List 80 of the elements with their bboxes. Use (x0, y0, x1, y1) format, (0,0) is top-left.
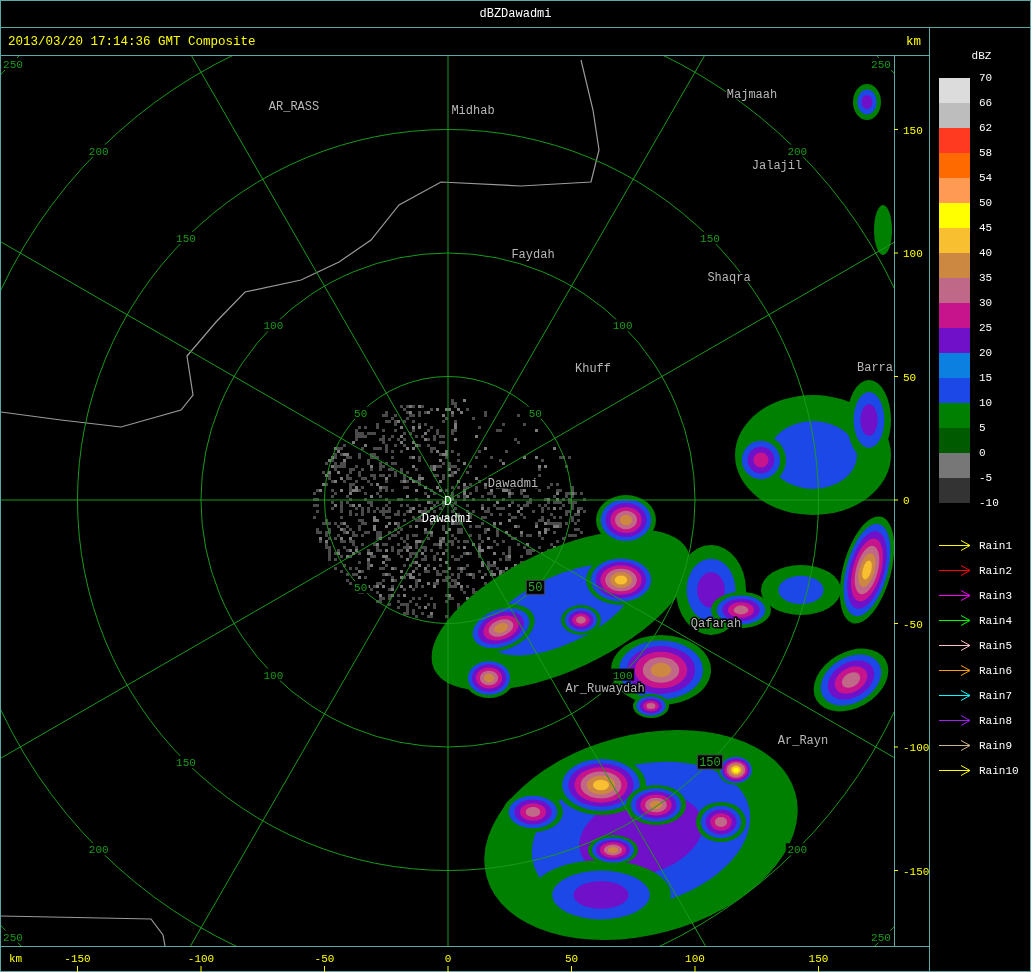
rain-echo (874, 205, 892, 255)
legend-label: Rain3 (979, 589, 1012, 602)
range-label: 200 (785, 144, 809, 158)
place-label: Barra (857, 361, 893, 375)
scale-label: 20 (979, 346, 994, 361)
window-title: dBZDawadmi (1, 1, 1030, 28)
scale-label: 66 (979, 96, 994, 111)
scale-label: 25 (979, 321, 994, 336)
place-label: Dawadmi (487, 477, 539, 491)
place-label: Qafarah (690, 617, 742, 631)
range-label: 200 (87, 144, 111, 158)
place-label: Shaqra (707, 271, 751, 285)
legend-label: Rain2 (979, 564, 1012, 577)
place-label: Khuff (575, 362, 611, 376)
place-label: Jalajil (751, 159, 803, 173)
axis-tick-label: -50 (314, 953, 335, 965)
range-label: 100 (261, 668, 285, 682)
radar-site-label: Dawadmi (421, 512, 473, 526)
scale-label: 5 (979, 421, 987, 436)
scale-label: 15 (979, 371, 994, 386)
unit-label: km (906, 34, 921, 49)
axis-tick-label: -150 (64, 953, 91, 965)
axis-tick-label: 50 (564, 953, 579, 965)
axis-tick-label: 0 (444, 953, 452, 965)
place-label: Faydah (511, 248, 555, 262)
axis-tick-label: -100 (903, 742, 929, 754)
legend-label: Rain7 (979, 689, 1012, 702)
scale-label: 45 (979, 221, 994, 236)
radar-site-marker: D (444, 494, 452, 509)
range-label: 50 (352, 406, 369, 420)
place-label: AR_RASS (268, 100, 320, 114)
timestamp-label: 2013/03/20 17:14:36 GMT Composite (8, 34, 256, 49)
axis-tick-label: 150 (903, 124, 923, 137)
range-label: 150 (174, 232, 198, 245)
axis-tick-label: 50 (903, 371, 917, 384)
axis-tick-label: 100 (903, 248, 923, 260)
axis-tick-label: 150 (808, 953, 829, 965)
scale-label: 35 (979, 271, 994, 286)
range-label: 50 (352, 581, 369, 595)
range-label: 250 (869, 58, 893, 71)
scale-label: 50 (979, 196, 994, 211)
legend-label: Rain10 (979, 764, 1019, 777)
legend-label: Rain9 (979, 739, 1012, 752)
scale-label: 40 (979, 246, 994, 261)
legend-label: Rain8 (979, 714, 1012, 727)
axis-tick-label: -50 (903, 618, 923, 631)
rain-echo (853, 84, 881, 120)
place-label: Ar_Rayn (777, 734, 829, 748)
range-label: 250 (1, 930, 25, 944)
range-label: 200 (785, 843, 809, 857)
place-label: Midhab (451, 104, 495, 118)
scale-label: 10 (979, 396, 994, 411)
range-label: 250 (1, 58, 25, 71)
axis-tick-label: 0 (903, 495, 910, 507)
legend-label: Rain4 (979, 614, 1012, 627)
axis-tick-label: 100 (685, 953, 705, 965)
scale-label: -10 (979, 496, 999, 511)
scale-label: 58 (979, 146, 994, 161)
range-label: 100 (261, 319, 285, 333)
scale-label: -5 (979, 471, 994, 486)
range-label: 150 (174, 756, 198, 769)
legend-title: dBZ (970, 50, 993, 63)
range-label: 50 (525, 579, 545, 596)
scale-label: 30 (979, 296, 994, 311)
scale-label: 54 (979, 171, 994, 186)
scale-label: 70 (979, 71, 994, 86)
range-label: 250 (869, 930, 893, 944)
range-label: 100 (611, 319, 635, 333)
range-label: 150 (697, 754, 723, 770)
axis-unit-label: km (9, 953, 23, 965)
range-label: 50 (527, 406, 544, 420)
range-label: 150 (698, 232, 722, 245)
axis-tick-label: -150 (903, 865, 929, 878)
range-label: 200 (87, 843, 111, 857)
legend-label: Rain5 (979, 639, 1012, 652)
scale-label: 62 (979, 121, 994, 136)
legend-label: Rain1 (979, 539, 1012, 552)
legend-label: Rain6 (979, 664, 1012, 677)
scale-label: 0 (979, 446, 987, 461)
axis-tick-label: -100 (187, 953, 215, 965)
